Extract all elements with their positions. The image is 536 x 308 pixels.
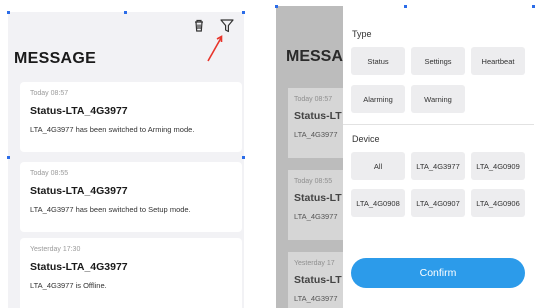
device-chip-lta-4g0906[interactable]: LTA_4G0906 [471, 189, 525, 217]
message-card[interactable]: Today 08:55 Status-LTA_4G3977 LTA_4G3977… [20, 162, 242, 232]
message-body: LTA_4G3977 has been switched to Setup mo… [30, 205, 191, 214]
selection-handle [242, 11, 245, 14]
message-body: LTA_4G3977 [294, 212, 338, 221]
message-time: Yesterday 17 [294, 260, 335, 267]
device-section-label: Device [352, 134, 380, 144]
type-chip-warning[interactable]: Warning [411, 85, 465, 113]
type-chip-status[interactable]: Status [351, 47, 405, 75]
selection-handle [404, 5, 407, 8]
device-chip-all[interactable]: All [351, 152, 405, 180]
selection-handle [242, 156, 245, 159]
message-body: LTA_4G3977 has been switched to Arming m… [30, 125, 195, 134]
selection-handle [7, 156, 10, 159]
filter-screen: MESSAG Today 08:57 Status-LT LTA_4G3977 … [276, 6, 534, 308]
message-time: Today 08:57 [294, 96, 333, 103]
section-divider [343, 124, 534, 125]
device-chip-lta-4g3977[interactable]: LTA_4G3977 [411, 152, 465, 180]
selection-handle [7, 11, 10, 14]
device-chip-lta-4g0907[interactable]: LTA_4G0907 [411, 189, 465, 217]
message-title: Status-LTA_4G3977 [30, 261, 128, 273]
selection-handle [124, 11, 127, 14]
message-screen: MESSAGE Today 08:57 Status-LTA_4G3977 LT… [8, 12, 244, 308]
page-title: MESSAGE [14, 50, 97, 67]
message-title: Status-LT [294, 110, 342, 122]
message-time: Today 08:57 [30, 90, 69, 97]
message-title: Status-LT [294, 274, 342, 286]
message-time: Yesterday 17:30 [30, 246, 81, 253]
selection-handle [532, 5, 535, 8]
message-card[interactable]: Today 08:57 Status-LTA_4G3977 LTA_4G3977… [20, 82, 242, 152]
filter-panel: Type Status Settings Heartbeat Alarming … [343, 6, 534, 308]
message-body: LTA_4G3977 is Offline. [30, 281, 107, 290]
type-chip-alarming[interactable]: Alarming [351, 85, 405, 113]
message-body: LTA_4G3977 [294, 294, 338, 303]
message-title: Status-LTA_4G3977 [30, 185, 128, 197]
confirm-button[interactable]: Confirm [351, 258, 525, 288]
message-title: Status-LTA_4G3977 [30, 105, 128, 117]
selection-handle [275, 5, 278, 8]
message-card[interactable]: Yesterday 17:30 Status-LTA_4G3977 LTA_4G… [20, 238, 242, 308]
message-body: LTA_4G3977 [294, 130, 338, 139]
message-time: Today 08:55 [30, 170, 69, 177]
annotation-arrow-icon [207, 35, 223, 62]
device-chip-lta-4g0909[interactable]: LTA_4G0909 [471, 152, 525, 180]
device-chip-lta-4g0908[interactable]: LTA_4G0908 [351, 189, 405, 217]
type-section-label: Type [352, 29, 372, 39]
message-title: Status-LT [294, 192, 342, 204]
type-chip-heartbeat[interactable]: Heartbeat [471, 47, 525, 75]
message-time: Today 08:55 [294, 178, 333, 185]
type-chip-settings[interactable]: Settings [411, 47, 465, 75]
